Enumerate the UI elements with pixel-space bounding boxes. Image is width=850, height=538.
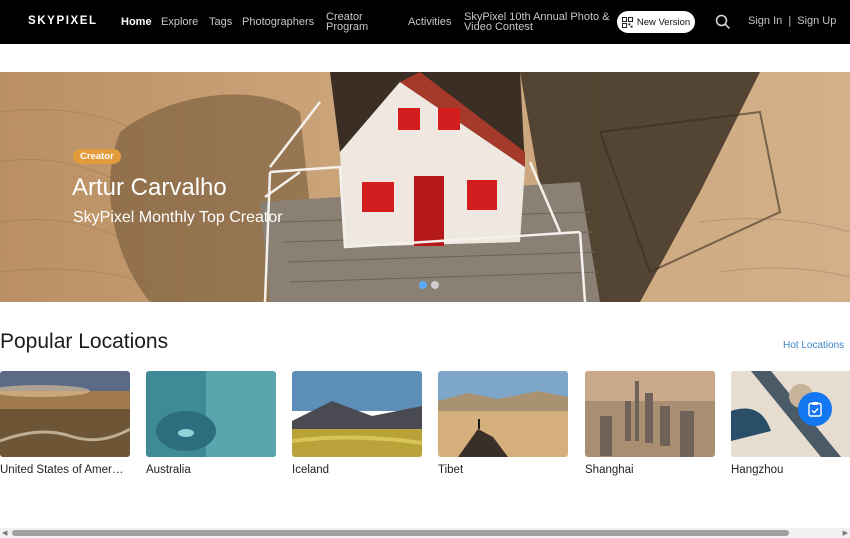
sign-in-link[interactable]: Sign In [748, 15, 782, 27]
location-card-usa[interactable]: United States of Amer… [0, 371, 130, 476]
nav-photographers[interactable]: Photographers [242, 17, 314, 28]
hero-banner[interactable]: Creator Artur Carvalho SkyPixel Monthly … [0, 72, 850, 302]
location-image-shanghai [585, 371, 715, 457]
search-icon[interactable] [715, 14, 731, 30]
scroll-right-arrow-icon[interactable]: ▶ [843, 529, 848, 537]
carousel-dot-1[interactable] [419, 281, 427, 289]
location-label-australia: Australia [146, 464, 191, 476]
new-version-label: New Version [636, 16, 691, 28]
location-card-australia[interactable]: Australia [146, 371, 276, 476]
skypixel-logo[interactable]: SKYPIXEL [28, 15, 98, 27]
nav-home[interactable]: Home [121, 17, 152, 28]
location-card-hangzhou[interactable]: Hangzhou [731, 371, 850, 476]
nav-tags[interactable]: Tags [209, 17, 232, 28]
location-label-usa: United States of Amer… [0, 464, 124, 476]
nav-activities[interactable]: Activities [408, 17, 451, 28]
qr-icon [621, 16, 633, 28]
section-title: Popular Locations [0, 330, 169, 353]
sign-up-link[interactable]: Sign Up [797, 15, 836, 27]
location-image-usa [0, 371, 130, 457]
location-image-hangzhou [731, 371, 850, 457]
scrollbar-thumb[interactable] [12, 530, 789, 536]
nav-explore[interactable]: Explore [161, 17, 198, 28]
location-label-tibet: Tibet [438, 464, 464, 476]
location-card-shanghai[interactable]: Shanghai [585, 371, 715, 476]
location-label-shanghai: Shanghai [585, 464, 634, 476]
carousel-dots [419, 281, 439, 289]
location-label-hangzhou: Hangzhou [731, 464, 784, 476]
clipboard-icon [808, 402, 822, 417]
hero-subtitle: SkyPixel Monthly Top Creator [73, 209, 283, 226]
auth-links: Sign In | Sign Up [748, 16, 836, 27]
location-label-iceland: Iceland [292, 464, 330, 476]
hot-locations-link[interactable]: Hot Locations [783, 340, 844, 351]
scroll-left-arrow-icon[interactable]: ◀ [2, 529, 7, 537]
nav-annual-contest[interactable]: SkyPixel 10th Annual Photo & Video Conte… [464, 12, 616, 34]
location-card-tibet[interactable]: Tibet [438, 371, 568, 476]
nav-creator-program[interactable]: Creator Program [326, 12, 376, 33]
location-image-australia [146, 371, 276, 457]
horizontal-scrollbar[interactable]: ◀ ▶ [0, 528, 850, 538]
carousel-dot-2[interactable] [431, 281, 439, 289]
auth-separator: | [788, 15, 792, 27]
top-navbar: SKYPIXEL Home Explore Tags Photographers… [0, 0, 850, 44]
floating-clipboard-button[interactable] [798, 392, 832, 426]
new-version-button[interactable]: New Version [617, 11, 695, 33]
location-image-iceland [292, 371, 422, 457]
location-image-tibet [438, 371, 568, 457]
hero-creator-name: Artur Carvalho [72, 174, 227, 201]
location-card-iceland[interactable]: Iceland [292, 371, 422, 476]
creator-badge: Creator [73, 149, 121, 164]
